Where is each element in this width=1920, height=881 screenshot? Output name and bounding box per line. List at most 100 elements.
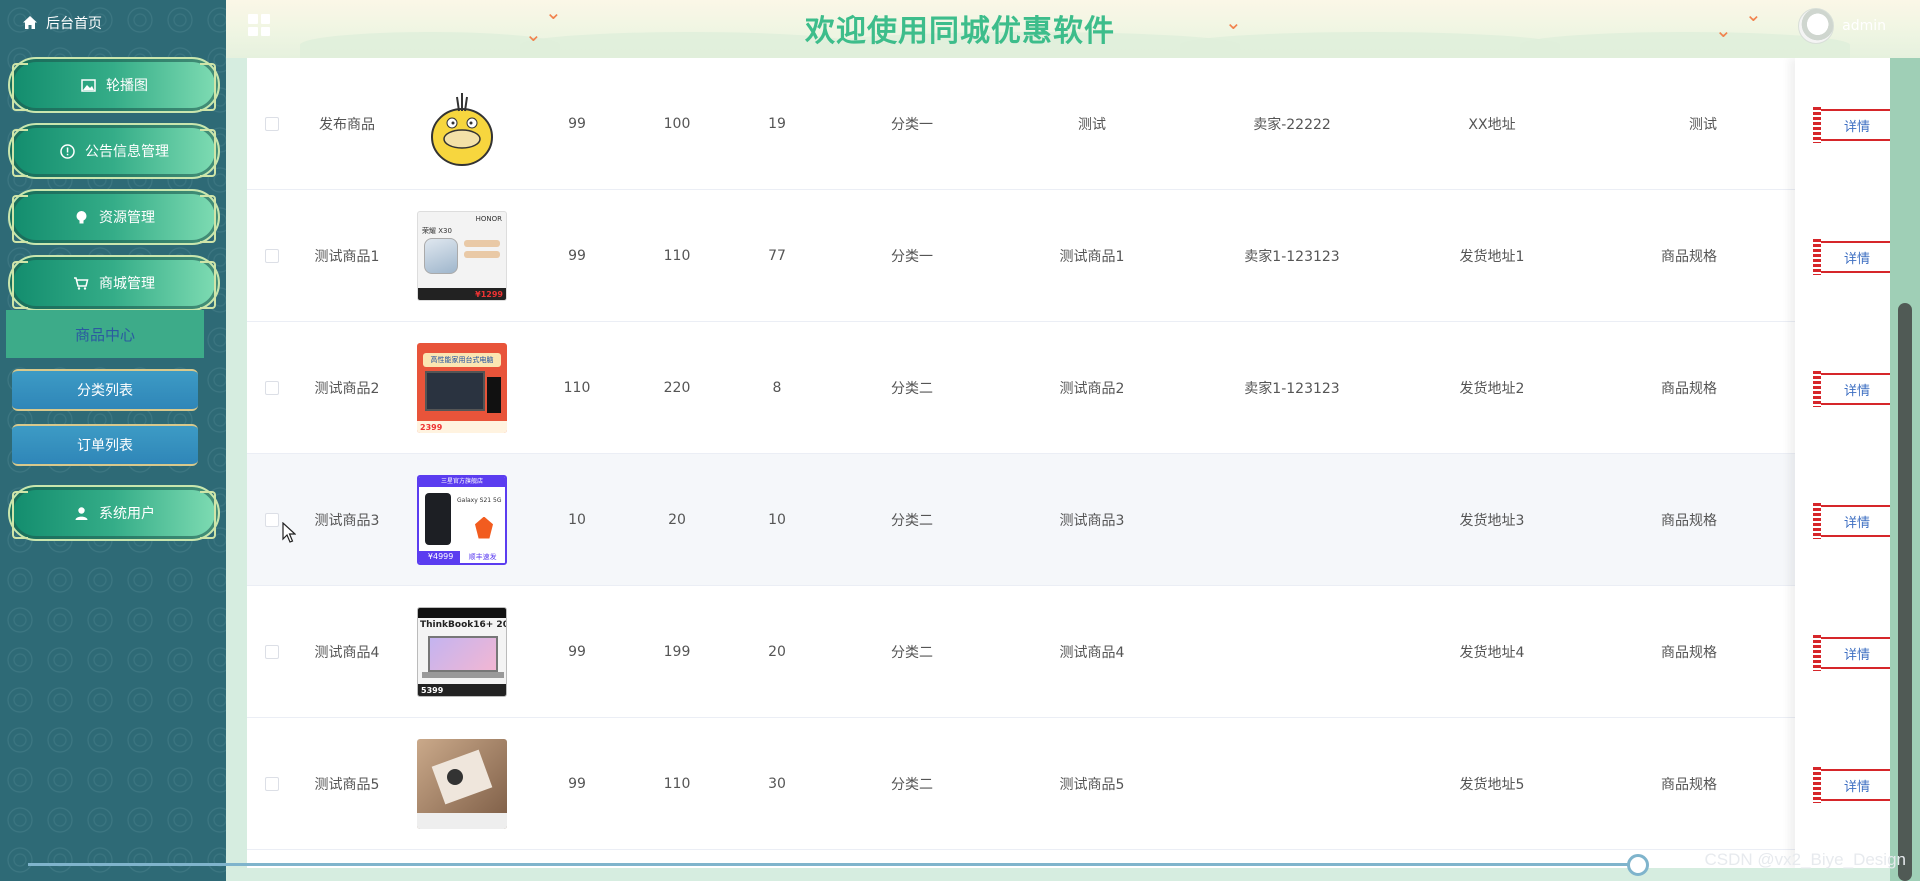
sidebar-item-carousel[interactable]: 轮播图 — [8, 57, 220, 113]
product-image: 高性能家用台式电脑 2399 — [417, 342, 507, 433]
table-row[interactable]: 测试商品1 HONOR 荣耀 X30 ¥1299 99 110 77 分类一 测… — [247, 190, 1872, 322]
home-label: 后台首页 — [46, 16, 102, 32]
cell-address: 发货地址4 — [1459, 644, 1525, 661]
horizontal-scrollbar[interactable] — [28, 863, 1640, 866]
cell-address: XX地址 — [1468, 116, 1516, 133]
detail-button[interactable]: 详情 — [1813, 635, 1901, 671]
cell-value: 99 — [568, 115, 586, 132]
row-checkbox[interactable] — [265, 116, 279, 131]
cell-value: 110 — [663, 775, 691, 792]
sidebar-item-category-list[interactable]: 分类列表 — [12, 369, 198, 411]
cell-seller: 卖家-22222 — [1253, 116, 1331, 133]
horizontal-scroll-handle[interactable] — [1627, 854, 1649, 876]
table-row[interactable]: 测试商品3 三星官方旗舰店 Galaxy S21 5G ¥4999 顺丰速发 1… — [247, 454, 1872, 586]
cell-spec: 商品规格 — [1661, 512, 1717, 529]
image-model: Galaxy S21 5G — [457, 496, 502, 504]
row-checkbox[interactable] — [265, 248, 279, 263]
sidebar-item-mall[interactable]: 商城管理 — [8, 255, 220, 311]
site-title: 欢迎使用同城优惠软件 — [805, 14, 1115, 49]
image-price: ¥1299 — [475, 289, 503, 299]
cell-value: 99 — [568, 247, 586, 264]
cell-category: 分类二 — [891, 644, 933, 661]
cell-value: 20 — [768, 643, 786, 660]
cell-spec: 商品规格 — [1661, 644, 1717, 661]
cell-desc: 测试商品1 — [1059, 248, 1125, 265]
cell-address: 发货地址2 — [1459, 380, 1525, 397]
menu-collapse-icon[interactable] — [248, 14, 270, 36]
table-row[interactable]: 测试商品5 99 110 30 分类二 测试商品5 发货地址5 商品规格 — [247, 718, 1872, 850]
image-price: ¥4999 — [419, 550, 461, 563]
sidebar-item-label: 公告信息管理 — [85, 144, 169, 160]
sidebar-item-label: 商城管理 — [99, 276, 155, 292]
table-row[interactable]: 发布商品 99 100 19 分类一 测试 卖家-22222 XX地址 测试 — [247, 58, 1872, 190]
cell-value: 99 — [568, 643, 586, 660]
info-circle-icon — [59, 143, 75, 159]
row-checkbox[interactable] — [265, 512, 279, 527]
image-icon — [80, 77, 96, 93]
cell-category: 分类二 — [891, 512, 933, 529]
cell-seller: 卖家1-123123 — [1244, 380, 1340, 397]
cell-address: 发货地址5 — [1459, 776, 1525, 793]
top-header: ⌄ ⌄ ⌄ ⌄ ⌄ 欢迎使用同城优惠软件 admin — [0, 0, 1920, 58]
cell-value: 110 — [563, 379, 591, 396]
detail-button[interactable]: 详情 — [1813, 239, 1901, 275]
image-price: 2399 — [420, 422, 443, 432]
cell-category: 分类二 — [891, 776, 933, 793]
cell-desc: 测试商品4 — [1059, 644, 1125, 661]
user-menu[interactable]: admin — [1798, 8, 1886, 44]
table-row[interactable]: 测试商品2 高性能家用台式电脑 2399 110 220 8 分类二 测试商品2… — [247, 322, 1872, 454]
sidebar-item-label: 轮播图 — [106, 78, 148, 94]
image-price: 5399 — [421, 685, 444, 695]
cell-value: 99 — [568, 775, 586, 792]
cell-value: 20 — [668, 511, 686, 528]
sidebar-item-announcements[interactable]: 公告信息管理 — [8, 123, 220, 179]
sidebar-item-order-list[interactable]: 订单列表 — [12, 424, 198, 466]
detail-button[interactable]: 详情 — [1813, 371, 1901, 407]
cell-category: 分类二 — [891, 380, 933, 397]
sidebar-item-system-users[interactable]: 系统用户 — [8, 485, 220, 541]
cell-value: 110 — [663, 247, 691, 264]
cell-seller — [1187, 454, 1397, 585]
product-image — [417, 78, 507, 169]
sidebar-item-resources[interactable]: 资源管理 — [8, 189, 220, 245]
sidebar-item-label: 系统用户 — [99, 506, 155, 522]
scrollbar-thumb[interactable] — [1898, 303, 1912, 881]
cell-value: 77 — [768, 247, 786, 264]
submenu-product-center[interactable]: 商品中心 — [6, 310, 204, 358]
detail-button[interactable]: 详情 — [1813, 503, 1901, 539]
bulb-icon — [73, 209, 89, 225]
cell-name: 测试商品3 — [314, 512, 380, 529]
vertical-scrollbar[interactable] — [1890, 58, 1920, 881]
cell-seller — [1187, 718, 1397, 849]
image-shipping: 顺丰速发 — [460, 550, 505, 563]
image-model: ThinkBook16+ 2022 — [420, 619, 506, 630]
product-image — [417, 738, 507, 829]
cell-value: 10 — [768, 511, 786, 528]
row-checkbox[interactable] — [265, 776, 279, 791]
cell-name: 测试商品4 — [314, 644, 380, 661]
cell-seller: 卖家1-123123 — [1244, 248, 1340, 265]
cell-address: 发货地址3 — [1459, 512, 1525, 529]
username[interactable]: admin — [1842, 18, 1886, 34]
detail-button[interactable]: 详情 — [1813, 107, 1901, 143]
cell-value: 10 — [568, 511, 586, 528]
cell-desc: 测试商品5 — [1059, 776, 1125, 793]
product-table: 发布商品 99 100 19 分类一 测试 卖家-22222 XX地址 测试 测… — [247, 58, 1917, 868]
cell-value: 8 — [772, 379, 782, 396]
detail-button[interactable]: 详情 — [1813, 767, 1901, 803]
product-image: ThinkBook16+ 2022 5399 — [417, 606, 507, 697]
row-checkbox[interactable] — [265, 644, 279, 659]
main-content: 发布商品 99 100 19 分类一 测试 卖家-22222 XX地址 测试 测… — [226, 0, 1920, 881]
cell-category: 分类一 — [891, 116, 933, 133]
row-checkbox[interactable] — [265, 380, 279, 395]
cell-value: 19 — [768, 115, 786, 132]
home-link[interactable]: 后台首页 — [22, 13, 102, 33]
cell-value: 30 — [768, 775, 786, 792]
cart-icon — [73, 275, 89, 291]
cell-name: 测试商品5 — [314, 776, 380, 793]
mouse-cursor-icon — [282, 522, 296, 543]
cell-category: 分类一 — [891, 248, 933, 265]
table-row[interactable]: 测试商品4 ThinkBook16+ 2022 5399 99 199 20 分… — [247, 586, 1872, 718]
image-banner: 高性能家用台式电脑 — [423, 352, 501, 367]
avatar[interactable] — [1798, 8, 1835, 44]
